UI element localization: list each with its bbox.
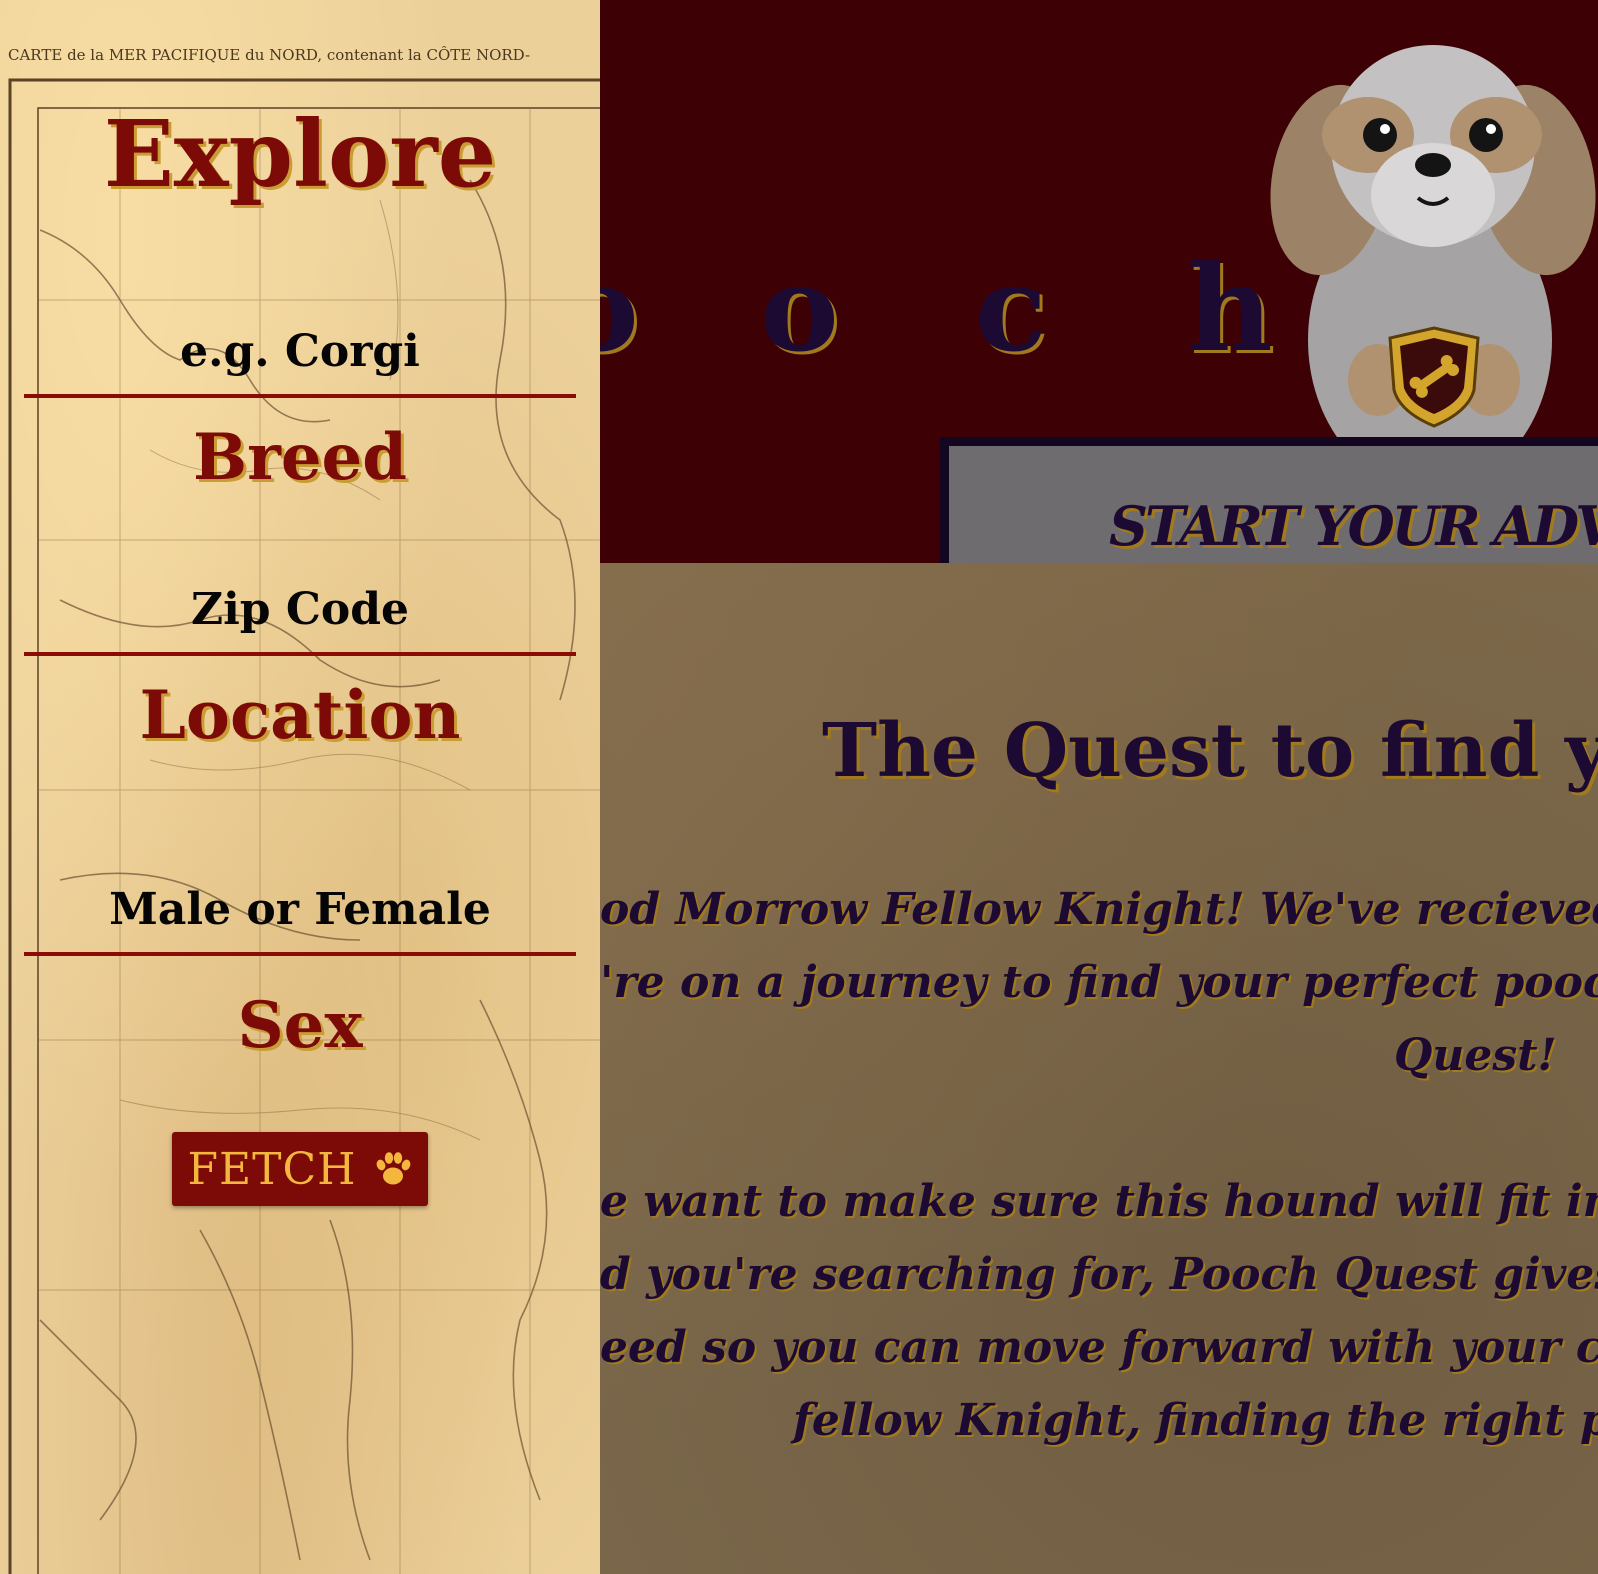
- intro-paragraph-line: e want to make sure this hound will fit …: [600, 1176, 1598, 1227]
- explore-heading: Explore: [103, 100, 497, 208]
- title-letter: o: [760, 239, 839, 378]
- intro-paragraph-line: fellow Knight, finding the right pooch: [793, 1395, 1598, 1446]
- breed-label: Breed: [193, 420, 407, 495]
- dog-mascot-image: [1270, 45, 1596, 440]
- start-adventure-button[interactable]: START YOUR ADVEN: [940, 437, 1598, 563]
- sex-field: [24, 866, 576, 956]
- paw-icon: [376, 1152, 410, 1185]
- intro-paragraph-line: eed so you can move forward with your ch…: [600, 1322, 1598, 1373]
- zip-code-input[interactable]: [24, 566, 576, 652]
- fetch-label: FETCH: [187, 1143, 357, 1195]
- sex-input[interactable]: [24, 866, 576, 952]
- quest-heading: The Quest to find your T: [822, 708, 1598, 794]
- location-field: [24, 566, 576, 656]
- intro-paragraph-line: 're on a journey to find your perfect po…: [600, 957, 1598, 1008]
- intro-paragraph-line: od Morrow Fellow Knight! We've recieved …: [600, 884, 1598, 935]
- quest-intro-section: The Quest to find your T od Morrow Fello…: [600, 563, 1598, 1574]
- location-label: Location: [139, 676, 461, 754]
- sex-label: Sex: [237, 988, 363, 1063]
- breed-input[interactable]: [24, 308, 576, 394]
- intro-paragraph-line: d you're searching for, Pooch Quest give…: [600, 1249, 1598, 1300]
- title-letter: h: [1187, 239, 1273, 378]
- intro-paragraph-line: Quest!: [1394, 1030, 1557, 1081]
- breed-field: [24, 308, 576, 398]
- map-caption: CARTE de la MER PACIFIQUE du NORD, conte…: [8, 46, 530, 64]
- antique-map-background: CARTE de la MER PACIFIQUE du NORD, conte…: [8, 46, 600, 1574]
- fetch-button[interactable]: FETCH: [172, 1132, 428, 1206]
- search-sidebar: CARTE de la MER PACIFIQUE du NORD, conte…: [0, 0, 600, 1574]
- title-letter: c: [975, 239, 1047, 378]
- start-adventure-label: START YOUR ADVEN: [1109, 494, 1598, 558]
